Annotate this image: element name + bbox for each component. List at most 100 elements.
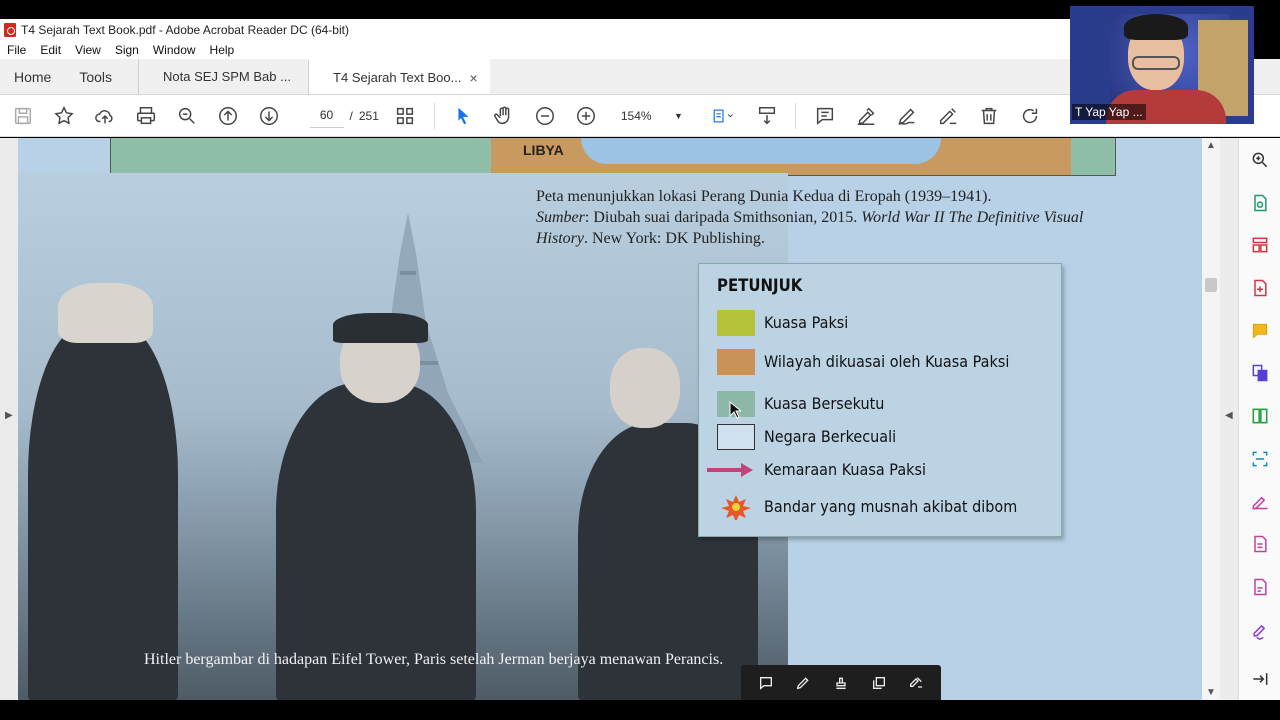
upload-cloud-icon[interactable] <box>90 101 120 131</box>
chevron-down-icon: ▼ <box>673 110 683 121</box>
export-pdf-icon[interactable] <box>1249 192 1271 214</box>
comment-panel-icon[interactable] <box>1249 320 1271 342</box>
webcam-person-glasses <box>1132 56 1180 70</box>
menu-help[interactable]: Help <box>203 43 242 57</box>
source-text: : Diubah suai daripada Smithsonian, 2015… <box>584 209 858 226</box>
fit-page-icon[interactable] <box>705 101 741 131</box>
comment-icon[interactable] <box>810 101 840 131</box>
floating-annotation-toolbar <box>741 665 941 700</box>
legend-item: Kemaraan Kuasa Paksi <box>707 453 1043 486</box>
map-caption: Peta menunjukkan lokasi Perang Dunia Ked… <box>536 186 1136 249</box>
highlight-pen-icon[interactable] <box>851 101 881 131</box>
pen-icon[interactable] <box>793 673 813 693</box>
legend-label: Negara Berkecuali <box>764 427 897 446</box>
historical-photo <box>18 173 788 700</box>
page-number-input[interactable]: 60 <box>309 104 344 128</box>
acrobat-pdf-icon <box>4 23 16 37</box>
more-tools-icon[interactable] <box>1249 619 1271 641</box>
previous-page-icon[interactable] <box>213 101 243 131</box>
screen-bottom-bar <box>0 700 1280 720</box>
menu-edit[interactable]: Edit <box>33 43 68 57</box>
menu-window[interactable]: Window <box>146 43 203 57</box>
edit-pdf-icon[interactable] <box>1249 533 1271 555</box>
create-pdf-icon[interactable] <box>1249 277 1271 299</box>
tab-close-icon[interactable]: × <box>469 70 477 86</box>
scrollbar-thumb[interactable] <box>1205 278 1217 292</box>
delete-trash-icon[interactable] <box>974 101 1004 131</box>
compress-pdf-icon[interactable] <box>1249 405 1271 427</box>
organize-pages-icon[interactable] <box>1249 234 1271 256</box>
bookmark-star-icon[interactable] <box>49 101 79 131</box>
scroll-down-icon[interactable]: ▼ <box>1206 687 1216 698</box>
hand-tool-icon[interactable] <box>489 101 519 131</box>
mouse-cursor-icon <box>729 401 741 419</box>
bomb-explosion-icon <box>721 494 751 520</box>
fill-sign-panel-icon[interactable] <box>1249 490 1271 512</box>
fill-sign-icon[interactable] <box>933 101 963 131</box>
advance-arrow-icon <box>707 462 753 477</box>
menu-view[interactable]: View <box>68 43 108 57</box>
legend-label: Kuasa Paksi <box>764 313 849 332</box>
legend-item: Wilayah dikuasai oleh Kuasa Paksi <box>717 345 1043 378</box>
legend-item: Kuasa Paksi <box>717 306 1043 339</box>
stamp-icon[interactable] <box>831 673 851 693</box>
scroll-up-icon[interactable]: ▲ <box>1206 140 1216 151</box>
page-separator: / <box>349 108 353 123</box>
vertical-scrollbar[interactable]: ▲ ▼ <box>1202 138 1220 700</box>
search-zoom-icon[interactable] <box>1249 149 1271 171</box>
combine-files-icon[interactable] <box>1249 362 1271 384</box>
legend-label: Kemaraan Kuasa Paksi <box>764 460 926 479</box>
map-fragment: LIBYA <box>110 138 1116 176</box>
export-icon[interactable] <box>906 673 926 693</box>
zoom-out-icon[interactable] <box>530 101 560 131</box>
expand-left-icon: ▶ <box>5 410 13 421</box>
left-panel-toggle[interactable]: ▶ <box>0 138 18 700</box>
tools-side-panel <box>1238 138 1280 700</box>
next-page-icon[interactable] <box>254 101 284 131</box>
person-left-face <box>58 283 153 343</box>
right-panel-toggle[interactable]: ◀ <box>1220 138 1238 700</box>
source-label: Sumber <box>536 209 585 226</box>
tab-tools[interactable]: Tools <box>65 59 138 94</box>
tab-home[interactable]: Home <box>0 59 65 94</box>
legend-swatch-wilayah <box>717 348 755 375</box>
draw-freehand-icon[interactable] <box>892 101 922 131</box>
map-caption-source: Sumber: Diubah suai daripada Smithsonian… <box>536 207 1136 249</box>
source-publisher: . New York: DK Publishing. <box>584 230 765 247</box>
photo-caption: Hitler bergambar di hadapan Eifel Tower,… <box>144 651 724 668</box>
document-viewer[interactable]: ▶ LIBYA Peta menunjukkan lokasi Perang D… <box>0 138 1238 700</box>
map-label-libya: LIBYA <box>523 142 564 158</box>
print-icon[interactable] <box>131 101 161 131</box>
map-legend: PETUNJUK Kuasa Paksi Wilayah dikuasai ol… <box>698 263 1062 537</box>
window-title: T4 Sejarah Text Book.pdf - Adobe Acrobat… <box>21 23 349 37</box>
page-total: 251 <box>358 108 379 123</box>
tab-document-t4-sejarah[interactable]: T4 Sejarah Text Boo... × <box>308 59 490 94</box>
menu-bar: File Edit View Sign Window Help <box>0 41 1070 59</box>
legend-title: PETUNJUK <box>717 276 803 296</box>
scroll-mode-icon[interactable] <box>752 101 782 131</box>
zoom-level-dropdown[interactable]: 154% ▼ <box>621 109 683 123</box>
scan-ocr-icon[interactable] <box>1249 448 1271 470</box>
rotate-redo-icon[interactable] <box>1015 101 1045 131</box>
webcam-participant-name: T Yap Yap ... <box>1072 104 1146 120</box>
page-thumbnails-icon[interactable] <box>390 101 420 131</box>
menu-file[interactable]: File <box>0 43 33 57</box>
tab-document-nota[interactable]: Nota SEJ SPM Bab ... <box>138 59 308 94</box>
person-right-face <box>610 348 680 428</box>
copy-page-icon[interactable] <box>869 673 889 693</box>
find-zoom-icon[interactable] <box>172 101 202 131</box>
save-icon[interactable] <box>8 101 38 131</box>
collapse-panel-icon[interactable] <box>1249 668 1271 690</box>
person-center-cap <box>333 313 428 343</box>
legend-item: Kuasa Bersekutu <box>717 387 1043 420</box>
select-cursor-icon[interactable] <box>448 101 478 131</box>
tab-label: Nota SEJ SPM Bab ... <box>163 69 291 84</box>
webcam-person-hair <box>1124 14 1188 40</box>
comment-icon[interactable] <box>756 673 776 693</box>
legend-label: Wilayah dikuasai oleh Kuasa Paksi <box>764 352 1010 371</box>
protect-pdf-icon[interactable] <box>1249 576 1271 598</box>
toolbar-divider <box>795 102 797 129</box>
legend-item: Bandar yang musnah akibat dibom <box>717 490 1043 523</box>
zoom-in-icon[interactable] <box>571 101 601 131</box>
menu-sign[interactable]: Sign <box>108 43 146 57</box>
